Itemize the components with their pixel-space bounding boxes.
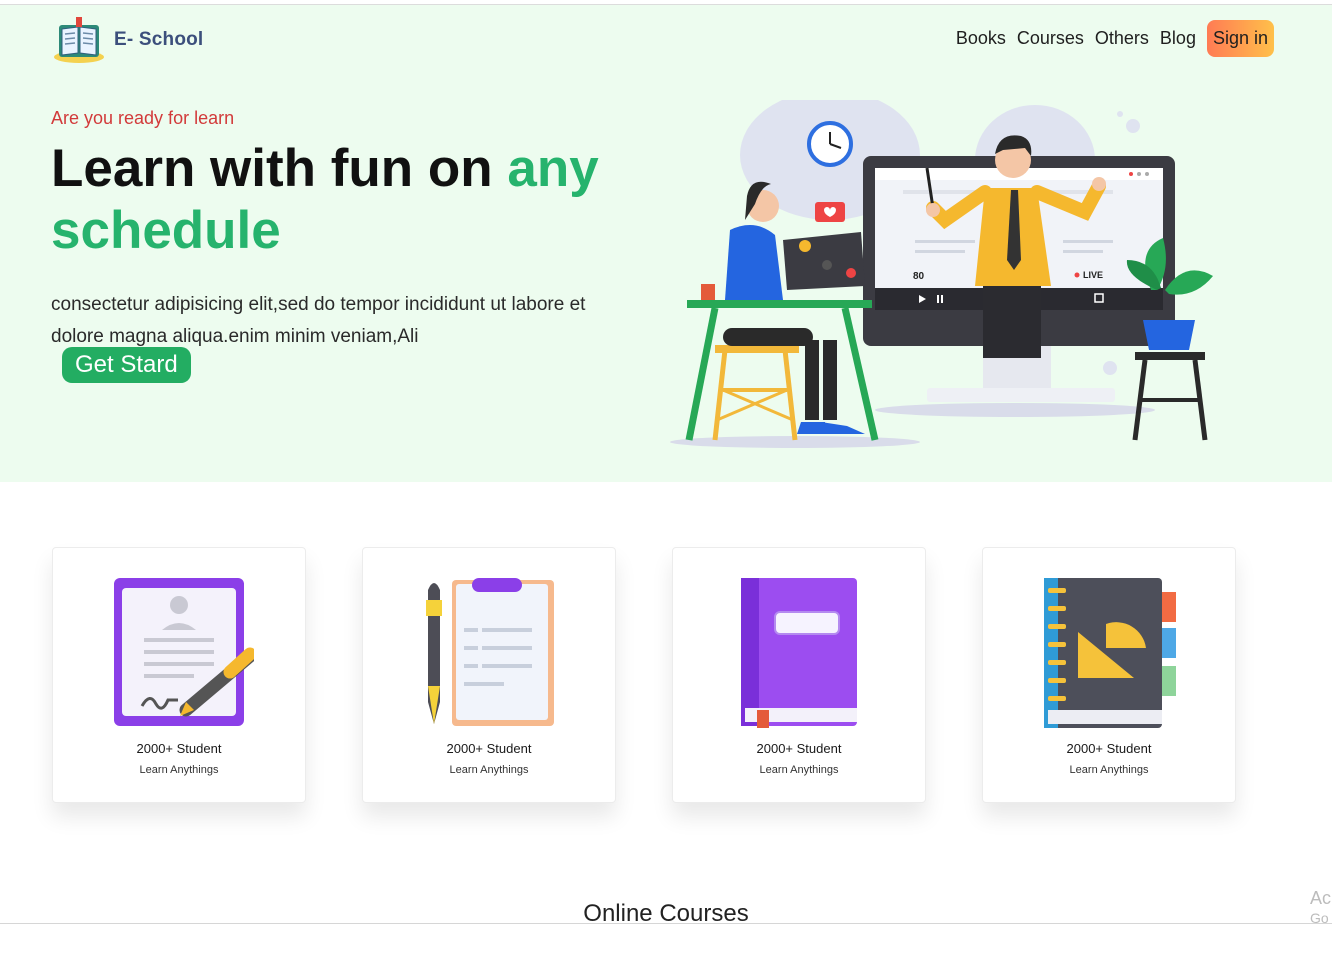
main-nav: Books Courses Others Blog Sign in <box>956 20 1274 57</box>
watermark-line2: Go <box>1310 910 1329 926</box>
card-title: 2000+ Student <box>446 741 532 756</box>
live-label: LIVE <box>1083 270 1103 280</box>
card-subtitle: Learn Anythings <box>759 764 839 776</box>
stat-card[interactable]: 2000+ Student Learn Anythings <box>362 547 616 803</box>
stat-card[interactable]: 2000+ Student Learn Anythings <box>672 547 926 803</box>
activation-watermark: Ac Go <box>1310 888 1331 928</box>
clipboard-pen-icon <box>426 578 554 726</box>
nav-courses[interactable]: Courses <box>1017 28 1084 49</box>
online-class-illustration: 80 LIVE <box>670 100 1213 448</box>
card-title: 2000+ Student <box>756 741 842 756</box>
headline-text: Learn with fun on <box>51 139 508 198</box>
get-started-button[interactable]: Get Stard <box>62 347 191 383</box>
purple-book-icon <box>741 578 857 728</box>
card-subtitle: Learn Anythings <box>449 764 529 776</box>
viewer-count: 80 <box>913 271 925 282</box>
hero-intro: consectetur adipisicing elit,sed do temp… <box>51 294 586 347</box>
signin-button[interactable]: Sign in <box>1206 20 1274 57</box>
open-book-logo-icon <box>54 17 104 63</box>
nav-blog[interactable]: Blog <box>1160 28 1196 49</box>
stat-card[interactable]: 2000+ Student Learn Anythings <box>52 547 306 803</box>
card-title: 2000+ Student <box>1066 741 1152 756</box>
brand[interactable]: E- School <box>52 15 203 65</box>
stat-card[interactable]: 2000+ Student Learn Anythings <box>982 547 1236 803</box>
geometry-notebook-icon <box>1044 578 1176 728</box>
bottom-border <box>0 923 1332 924</box>
card-subtitle: Learn Anythings <box>139 764 219 776</box>
hero-headline: Learn with fun on any schedule <box>51 138 671 262</box>
watermark-line1: Ac <box>1310 888 1332 908</box>
nav-others[interactable]: Others <box>1095 28 1149 49</box>
nav-books[interactable]: Books <box>956 28 1006 49</box>
brand-name: E- School <box>114 29 204 50</box>
card-subtitle: Learn Anythings <box>1069 764 1149 776</box>
hero-tagline: Are you ready for learn <box>51 108 235 128</box>
resume-pen-icon <box>114 578 254 726</box>
card-title: 2000+ Student <box>136 741 222 756</box>
